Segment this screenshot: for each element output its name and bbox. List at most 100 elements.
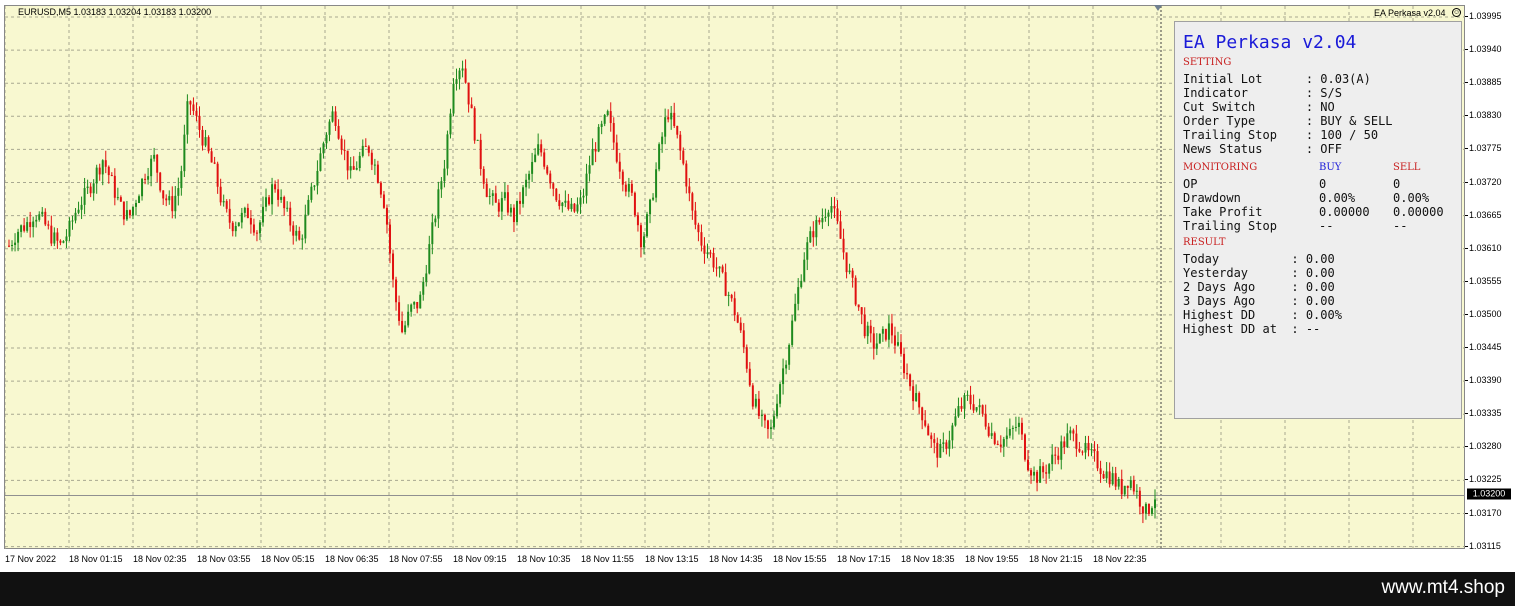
candle-body	[280, 197, 283, 200]
candle-body	[349, 166, 352, 171]
candle-body	[869, 325, 872, 334]
candle-body	[125, 210, 128, 220]
candle-body	[364, 145, 367, 147]
candle-body	[319, 153, 322, 171]
candle-body	[231, 222, 234, 232]
monitoring-buy-value: --	[1319, 219, 1334, 233]
candle-body	[74, 212, 77, 221]
candle-body	[89, 186, 92, 194]
candle-body	[754, 398, 757, 407]
candle-body	[437, 189, 440, 219]
smiley-icon[interactable]: ☺	[1452, 8, 1461, 17]
candle-body	[999, 444, 1002, 447]
price-tick-label: 1.03775	[1465, 143, 1502, 154]
candle-body	[473, 108, 476, 141]
candle-body	[860, 307, 863, 315]
candle-body	[265, 197, 268, 207]
candle-body	[1099, 468, 1102, 475]
candle-body	[210, 151, 213, 163]
candle-body	[621, 171, 624, 185]
candle-body	[866, 325, 869, 337]
candle-body	[101, 160, 104, 175]
candle-body	[1023, 434, 1026, 460]
candle-body	[863, 314, 866, 337]
candle-body	[361, 145, 364, 156]
candle-body	[627, 183, 630, 192]
candle-body	[138, 196, 141, 204]
price-axis[interactable]: 1.03995 1.03940 1.03885 1.03830 1.03775 1.037…	[1465, 5, 1515, 551]
result-row: Today : 0.00	[1183, 252, 1335, 266]
candle-body	[924, 420, 927, 426]
candle-body	[404, 325, 407, 333]
candle-body	[234, 226, 237, 232]
candle-body	[392, 253, 395, 280]
candle-body	[506, 192, 509, 213]
candle-body	[286, 207, 289, 209]
chart-window[interactable]: EURUSD,M5 1.03183 1.03204 1.03183 1.0320…	[0, 0, 1515, 572]
candle-body	[301, 238, 304, 240]
candle-body	[930, 435, 933, 440]
time-tick-label: 18 Nov 01:15	[69, 554, 123, 564]
candle-body	[20, 225, 23, 232]
candle-body	[355, 168, 358, 170]
candle-body	[407, 311, 410, 326]
candle-body	[552, 183, 555, 189]
result-row: 3 Days Ago : 0.00	[1183, 294, 1335, 308]
candle-body	[479, 139, 482, 169]
candle-body	[219, 186, 222, 203]
candle-body	[906, 373, 909, 375]
candle-body	[909, 374, 912, 387]
candle-body	[636, 215, 639, 226]
candle-body	[1008, 428, 1011, 436]
ea-info-panel: EA Perkasa v2.04 SETTING MONITORING BUY …	[1174, 21, 1462, 419]
candle-body	[258, 222, 261, 234]
monitoring-label: Take Profit	[1183, 205, 1263, 219]
candle-body	[395, 279, 398, 303]
candle-body	[757, 398, 760, 417]
candle-body	[957, 406, 960, 417]
result-row: Highest DD at : --	[1183, 322, 1321, 336]
candle-body	[261, 206, 264, 223]
candle-body	[298, 230, 301, 240]
candle-body	[990, 433, 993, 436]
candle-body	[561, 202, 564, 207]
time-axis[interactable]: 17 Nov 2022 18 Nov 01:15 18 Nov 02:35 18 No…	[4, 549, 1465, 572]
candle-body	[733, 298, 736, 316]
candle-body	[697, 224, 700, 233]
candle-body	[555, 188, 558, 201]
setting-row: Order Type : BUY & SELL	[1183, 114, 1393, 128]
candle-body	[642, 236, 645, 248]
candle-body	[531, 161, 534, 174]
candle-body	[343, 149, 346, 151]
time-tick-label: 18 Nov 02:35	[133, 554, 187, 564]
candle-body	[243, 207, 246, 213]
candle-body	[615, 142, 618, 162]
chart-shift-marker-icon[interactable]	[1154, 5, 1162, 11]
candle-body	[969, 394, 972, 405]
setting-row: Cut Switch : NO	[1183, 100, 1335, 114]
candle-body	[183, 134, 186, 172]
candle-body	[936, 442, 939, 458]
candle-body	[519, 200, 522, 204]
price-tick-label: 1.03115	[1465, 540, 1501, 551]
candle-body	[503, 192, 506, 199]
candle-body	[978, 405, 981, 408]
candle-body	[313, 185, 316, 187]
candle-body	[984, 413, 987, 427]
candle-body	[295, 230, 298, 236]
monitoring-sell-value: 0.00%	[1393, 191, 1430, 205]
candle-body	[337, 125, 340, 139]
candle-body	[606, 111, 609, 116]
candle-body	[812, 231, 815, 238]
candle-body	[446, 134, 449, 169]
candle-body	[141, 178, 144, 197]
candle-body	[609, 111, 612, 124]
candle-body	[597, 126, 600, 152]
candle-body	[180, 171, 183, 189]
candle-body	[579, 197, 582, 205]
time-tick-label: 18 Nov 17:15	[837, 554, 891, 564]
candle-body	[612, 123, 615, 143]
candle-body	[189, 101, 192, 105]
candle-body	[797, 287, 800, 304]
candle-body	[742, 330, 745, 348]
